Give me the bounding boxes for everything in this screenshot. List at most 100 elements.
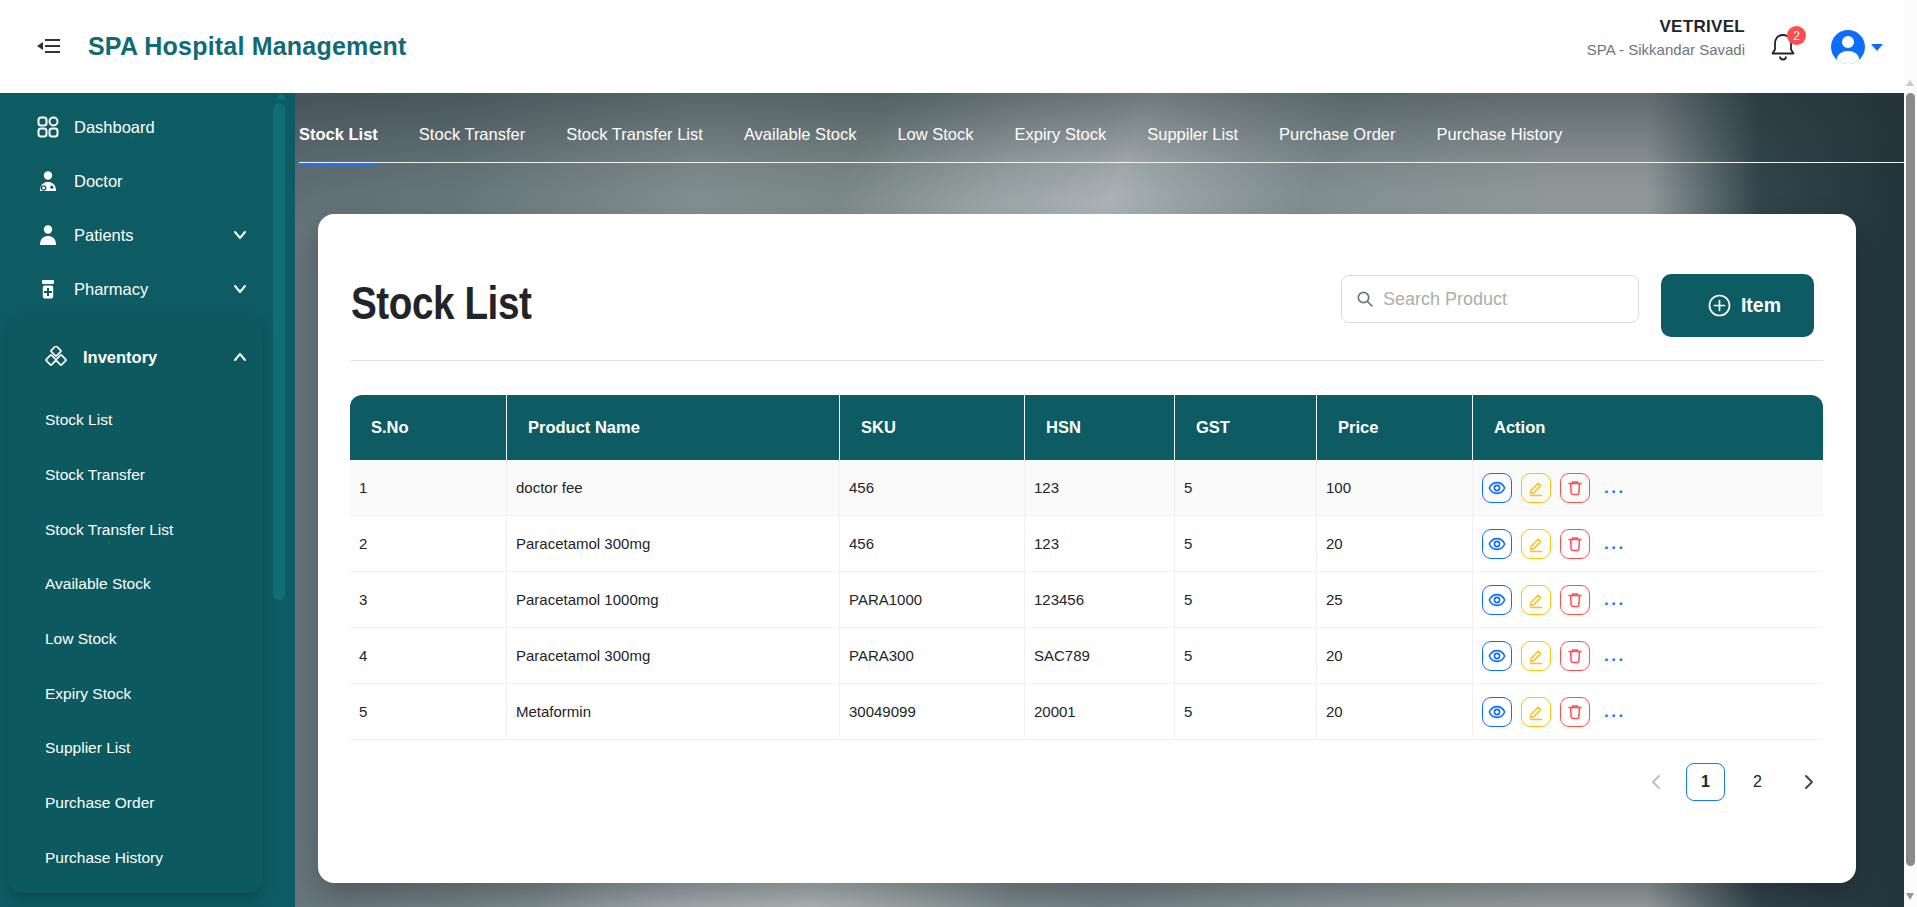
doctor-icon — [37, 170, 59, 192]
tab-stock-list[interactable]: Stock List — [299, 105, 378, 163]
chevron-down-icon — [233, 283, 247, 295]
eye-icon — [1488, 647, 1506, 665]
stock-list-card: Stock List Item — [318, 214, 1856, 883]
sidebar-subitem-label: Stock Transfer List — [45, 521, 173, 539]
trash-icon — [1566, 591, 1584, 609]
scrollbar-thumb[interactable] — [1906, 93, 1915, 866]
cell-sno: 1 — [350, 460, 507, 516]
stock-table: S.No Product Name SKU HSN GST Price Acti… — [350, 395, 1823, 740]
sidebar-subitem-expiry-stock[interactable]: Expiry Stock — [8, 666, 263, 721]
notifications-button[interactable]: 2 — [1768, 30, 1808, 74]
sidebar-item-label: Patients — [74, 226, 134, 245]
eye-icon — [1488, 591, 1506, 609]
sidebar-subitem-stock-transfer[interactable]: Stock Transfer — [8, 448, 263, 503]
chevron-left-icon — [1649, 774, 1663, 790]
more-actions-button[interactable]: ... — [1604, 702, 1626, 722]
scrollbar-up-arrow[interactable] — [1906, 80, 1914, 86]
delete-button[interactable] — [1560, 473, 1590, 503]
pagination-page-2[interactable]: 2 — [1738, 763, 1777, 801]
user-menu[interactable] — [1831, 30, 1883, 64]
sidebar-subitem-purchase-order[interactable]: Purchase Order — [8, 776, 263, 831]
add-item-button[interactable]: Item — [1661, 274, 1814, 337]
col-header-gst: GST — [1175, 395, 1317, 460]
trash-icon — [1566, 703, 1584, 721]
pencil-icon — [1527, 535, 1545, 553]
tab-expiry-stock[interactable]: Expiry Stock — [1015, 105, 1107, 163]
top-header: SPA Hospital Management VETRIVEL SPA - S… — [0, 0, 1917, 93]
sidebar-item-inventory[interactable]: Inventory — [8, 334, 263, 380]
search-icon — [1356, 290, 1374, 308]
cell-product: doctor fee — [507, 460, 840, 516]
tab-stock-transfer[interactable]: Stock Transfer — [419, 105, 525, 163]
view-button[interactable] — [1482, 473, 1512, 503]
delete-button[interactable] — [1560, 585, 1590, 615]
tab-available-stock[interactable]: Available Stock — [744, 105, 857, 163]
sidebar: Dashboard Doctor Patients — [0, 93, 295, 907]
more-actions-button[interactable]: ... — [1604, 478, 1626, 498]
edit-button[interactable] — [1521, 697, 1551, 727]
view-button[interactable] — [1482, 529, 1512, 559]
app-window: SPA Hospital Management VETRIVEL SPA - S… — [0, 0, 1917, 907]
card-divider — [351, 360, 1823, 361]
edit-button[interactable] — [1521, 585, 1551, 615]
cell-product: Metaformin — [507, 684, 840, 740]
sidebar-item-doctor[interactable]: Doctor — [0, 154, 295, 208]
cell-hsn: 123456 — [1025, 572, 1175, 628]
tab-low-stock[interactable]: Low Stock — [897, 105, 973, 163]
tab-suppiler-list[interactable]: Suppiler List — [1147, 105, 1238, 163]
sidebar-toggle-icon[interactable] — [36, 34, 62, 58]
user-organization: SPA - Sikkandar Savadi — [1587, 41, 1745, 58]
more-actions-button[interactable]: ... — [1604, 534, 1626, 554]
cell-price: 100 — [1317, 460, 1473, 516]
delete-button[interactable] — [1560, 529, 1590, 559]
cell-product: Paracetamol 300mg — [507, 628, 840, 684]
edit-button[interactable] — [1521, 473, 1551, 503]
chevron-down-icon — [233, 229, 247, 241]
inventory-section: Inventory Stock List Stock Transfer Stoc… — [8, 318, 263, 893]
cell-actions: ... — [1473, 572, 1823, 628]
tab-purchase-order[interactable]: Purchase Order — [1279, 105, 1395, 163]
sidebar-scrollbar-thumb[interactable] — [273, 103, 285, 600]
sidebar-subitem-available-stock[interactable]: Available Stock — [8, 557, 263, 612]
app-title: SPA Hospital Management — [88, 0, 407, 93]
sidebar-item-patients[interactable]: Patients — [0, 208, 295, 262]
sidebar-subitem-stock-transfer-list[interactable]: Stock Transfer List — [8, 502, 263, 557]
edit-button[interactable] — [1521, 529, 1551, 559]
cell-sku: 30049099 — [840, 684, 1025, 740]
sidebar-item-dashboard[interactable]: Dashboard — [0, 100, 295, 154]
pencil-icon — [1527, 647, 1545, 665]
more-actions-button[interactable]: ... — [1604, 646, 1626, 666]
sidebar-subitem-stock-list[interactable]: Stock List — [8, 393, 263, 448]
sidebar-item-pharmacy[interactable]: Pharmacy — [0, 262, 295, 316]
sidebar-subitem-label: Purchase Order — [45, 794, 154, 812]
edit-button[interactable] — [1521, 641, 1551, 671]
sidebar-subitem-label: Low Stock — [45, 630, 117, 648]
window-scrollbar[interactable] — [1904, 0, 1917, 907]
chevron-right-icon — [1802, 774, 1816, 790]
cell-gst: 5 — [1175, 460, 1317, 516]
view-button[interactable] — [1482, 585, 1512, 615]
person-icon — [37, 224, 59, 246]
sidebar-item-label: Inventory — [83, 348, 157, 367]
view-button[interactable] — [1482, 641, 1512, 671]
search-box — [1341, 275, 1639, 323]
view-button[interactable] — [1482, 697, 1512, 727]
sidebar-scroll-up-arrow[interactable] — [276, 93, 286, 99]
cell-gst: 5 — [1175, 628, 1317, 684]
sidebar-subitem-supplier-list[interactable]: Supplier List — [8, 721, 263, 776]
tab-purchase-history[interactable]: Purchase History — [1437, 105, 1563, 163]
delete-button[interactable] — [1560, 641, 1590, 671]
more-actions-button[interactable]: ... — [1604, 590, 1626, 610]
search-input[interactable] — [1383, 289, 1613, 310]
scrollbar-down-arrow[interactable] — [1906, 893, 1914, 900]
cell-hsn: SAC789 — [1025, 628, 1175, 684]
tab-stock-transfer-list[interactable]: Stock Transfer List — [566, 105, 703, 163]
sidebar-subitem-low-stock[interactable]: Low Stock — [8, 612, 263, 667]
sidebar-subitem-label: Stock Transfer — [45, 466, 145, 484]
pagination-prev-button[interactable] — [1638, 774, 1674, 790]
pagination-page-1[interactable]: 1 — [1686, 763, 1725, 801]
sidebar-subitem-label: Expiry Stock — [45, 685, 131, 703]
delete-button[interactable] — [1560, 697, 1590, 727]
sidebar-subitem-purchase-history[interactable]: Purchase History — [8, 831, 263, 886]
pagination-next-button[interactable] — [1791, 774, 1827, 790]
